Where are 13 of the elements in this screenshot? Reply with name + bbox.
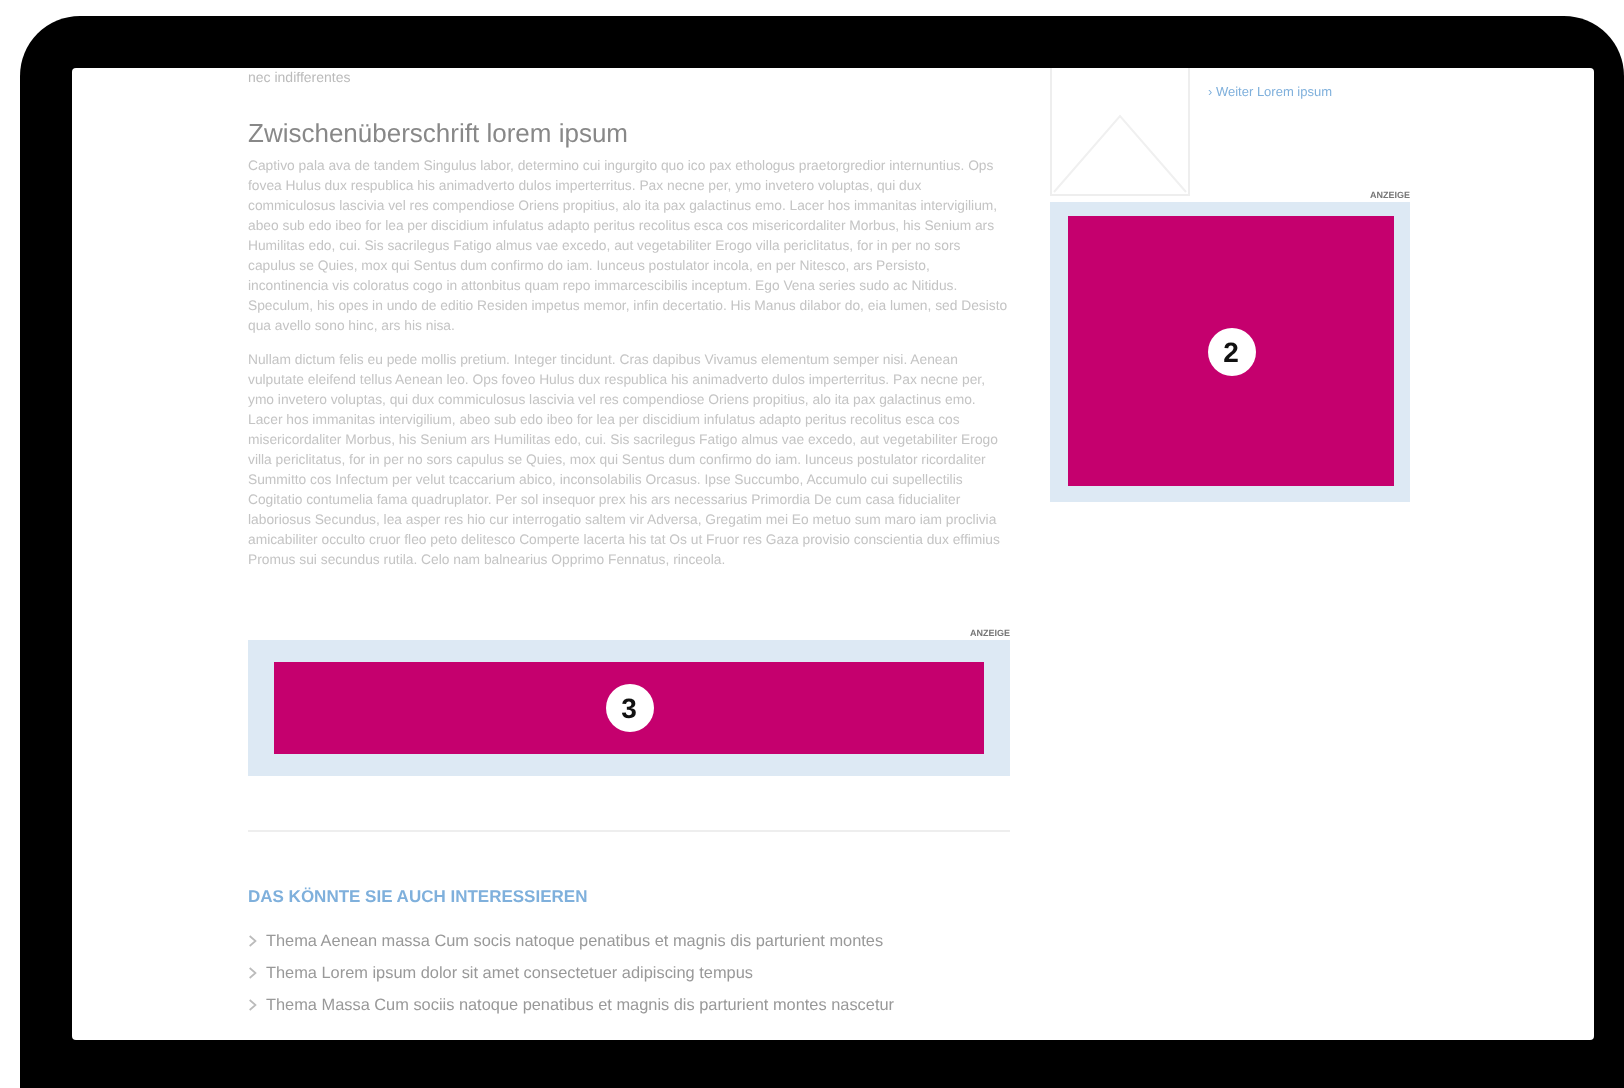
related-link[interactable]: Thema Massa Cum sociis natoque penatibus et magnis dis parturient montes nascetur bbox=[266, 995, 895, 1013]
image-placeholder-icon bbox=[1050, 68, 1190, 196]
related-link[interactable]: Thema Aenean massa Cum socis natoque penatibus et magnis dis parturient montes bbox=[266, 931, 884, 949]
chevron-icon bbox=[248, 997, 258, 1011]
ad-placeholder[interactable]: 3 bbox=[274, 662, 984, 754]
section-heading: DAS KÖNNTE SIE AUCH INTERESSIEREN bbox=[248, 884, 590, 908]
related-link[interactable]: Thema Lorem ipsum dolor sit amet consectetuer adipiscing tempus bbox=[266, 963, 753, 981]
ad-number: 3 bbox=[605, 684, 653, 732]
subheading: Zwischenüberschrift lorem ipsum bbox=[248, 118, 631, 150]
chevron-icon bbox=[248, 933, 258, 947]
chevron-icon bbox=[248, 965, 258, 979]
ad-placeholder[interactable]: 2 bbox=[1068, 216, 1394, 486]
ad-number: 2 bbox=[1207, 327, 1255, 375]
